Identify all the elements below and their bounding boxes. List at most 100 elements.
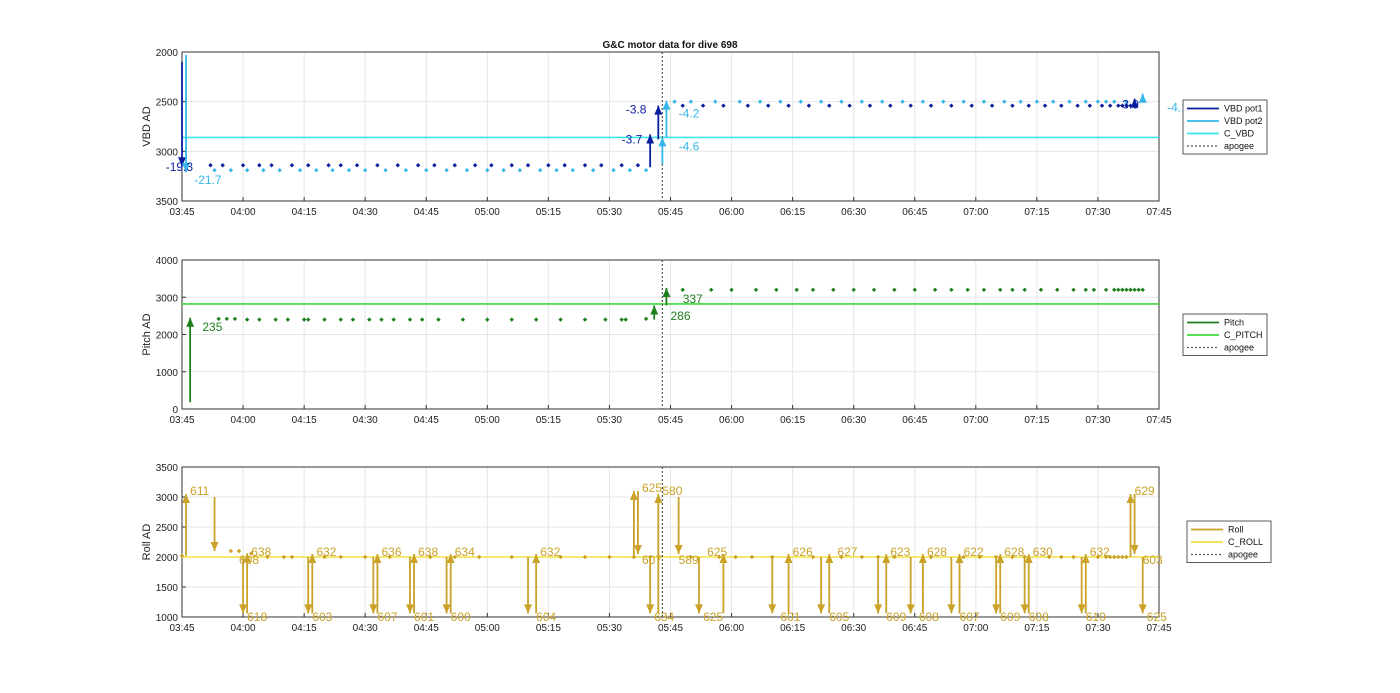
y-tick-label: 3000 [156,147,179,158]
figure-canvas: G&C motor data for dive 698 03:45 04:00 04… [141,40,1272,634]
annotation-label: 629 [1135,484,1155,498]
x-tick-label: 05:45 [658,623,683,634]
x-tick-label: 06:30 [841,623,866,634]
panels: 03:45 04:00 04:15 04:30 04:45 05:00 05:15 05:30… [141,48,1272,634]
y-tick-label: 2000 [156,553,179,564]
x-tick-label: 06:15 [780,623,805,634]
x-tick-label: 07:45 [1146,207,1171,218]
x-tick-label: 06:15 [780,415,805,426]
x-tick-label: 06:45 [902,623,927,634]
annotation-label: 625 [642,481,662,495]
y-tick-label: 1000 [156,613,179,624]
x-tick-label: 04:00 [231,207,256,218]
x-tick-label: 04:15 [292,415,317,426]
legend-entry: apogee [1228,550,1258,560]
legend-entry: VBD pot2 [1224,116,1263,126]
x-tick-label: 07:30 [1085,207,1110,218]
annotation-label: 608 [1029,610,1049,624]
x-tick-label: 03:45 [169,415,194,426]
x-tick-label: 04:45 [414,623,439,634]
x-tick-label: 04:30 [353,623,378,634]
figure-title: G&C motor data for dive 698 [602,40,737,51]
annotation-label: -19.3 [166,160,194,174]
annotation-label: 609 [1000,610,1020,624]
x-tick-label: 07:00 [963,623,988,634]
annotation-label: 607 [377,610,397,624]
annotation-label: 580 [662,484,682,498]
annotation-label: 623 [890,545,910,559]
y-axis-label: Roll AD [141,524,153,561]
legend-entry: C_PITCH [1224,330,1263,340]
x-tick-label: 06:45 [902,415,927,426]
annotation-label: 625 [1147,610,1167,624]
panel-2: 03:45 04:00 04:15 04:30 04:45 05:00 05:15 05:30… [141,256,1268,426]
y-tick-label: 3500 [156,197,179,208]
legend-entry: Roll [1228,525,1244,535]
x-tick-label: 04:30 [353,415,378,426]
x-tick-label: 05:30 [597,415,622,426]
annotation-label: 235 [202,320,222,334]
x-tick-label: 05:45 [658,415,683,426]
x-tick-label: 05:45 [658,207,683,218]
annotation-label: 601 [414,610,434,624]
y-tick-label: 2500 [156,523,179,534]
x-tick-label: 05:15 [536,623,561,634]
annotation-label: 605 [829,610,849,624]
x-tick-label: 07:45 [1146,623,1171,634]
x-tick-label: 04:00 [231,415,256,426]
annotation-label: 625 [707,545,727,559]
annotation-label: 609 [886,610,906,624]
panel-1: 03:45 04:00 04:15 04:30 04:45 05:00 05:15 05:30… [141,48,1268,218]
x-tick-label: 05:15 [536,415,561,426]
annotation-label: -4.2 [679,107,700,121]
annotation-label: 589 [679,553,699,567]
y-tick-label: 2000 [156,48,179,59]
annotation-label: 604 [536,610,556,624]
annotation-label: 638 [251,545,271,559]
annotation-label: 626 [793,545,813,559]
legend-entry: apogee [1224,343,1254,353]
x-tick-label: 05:00 [475,415,500,426]
legend-entry: Pitch [1224,318,1244,328]
x-tick-label: 04:00 [231,623,256,634]
x-tick-label: 04:45 [414,207,439,218]
legend-entry: C_ROLL [1228,537,1263,547]
x-tick-label: 05:30 [597,207,622,218]
annotation-label: 632 [540,545,560,559]
legend-entry: apogee [1224,141,1254,151]
annotation-label: -4.6 [679,139,700,153]
y-axis-label: Pitch AD [141,313,153,355]
x-tick-label: 06:00 [719,623,744,634]
y-tick-label: 3000 [156,293,179,304]
annotation-label: 337 [683,292,703,306]
x-tick-label: 05:30 [597,623,622,634]
x-tick-label: 05:00 [475,207,500,218]
annotation-label: 632 [316,545,336,559]
x-tick-label: 07:45 [1146,415,1171,426]
annotation-label: 630 [1033,545,1053,559]
x-tick-label: 06:00 [719,415,744,426]
annotation-label: 625 [703,610,723,624]
x-tick-label: 03:45 [169,623,194,634]
x-tick-label: 04:15 [292,623,317,634]
y-tick-label: 0 [172,405,178,416]
x-tick-label: 04:45 [414,415,439,426]
x-tick-label: 07:00 [963,207,988,218]
annotation-label: 608 [919,610,939,624]
x-tick-label: 06:30 [841,207,866,218]
annotation-label: 607 [960,610,980,624]
annotation-label: 601 [780,610,800,624]
x-tick-label: 07:00 [963,415,988,426]
panel-3: 03:45 04:00 04:15 04:30 04:45 05:00 05:15 05:30… [141,463,1272,634]
x-tick-label: 07:30 [1085,415,1110,426]
annotation-label: 610 [1086,610,1106,624]
annotation-label: -3.8 [626,103,647,117]
x-tick-label: 04:30 [353,207,378,218]
x-tick-label: 06:30 [841,415,866,426]
x-tick-label: 07:15 [1024,415,1049,426]
annotation-label: 628 [1004,545,1024,559]
annotation-label: 618 [247,610,267,624]
x-tick-label: 07:15 [1024,623,1049,634]
annotation-label: 622 [964,545,984,559]
annotation-label: -3.7 [622,132,643,146]
